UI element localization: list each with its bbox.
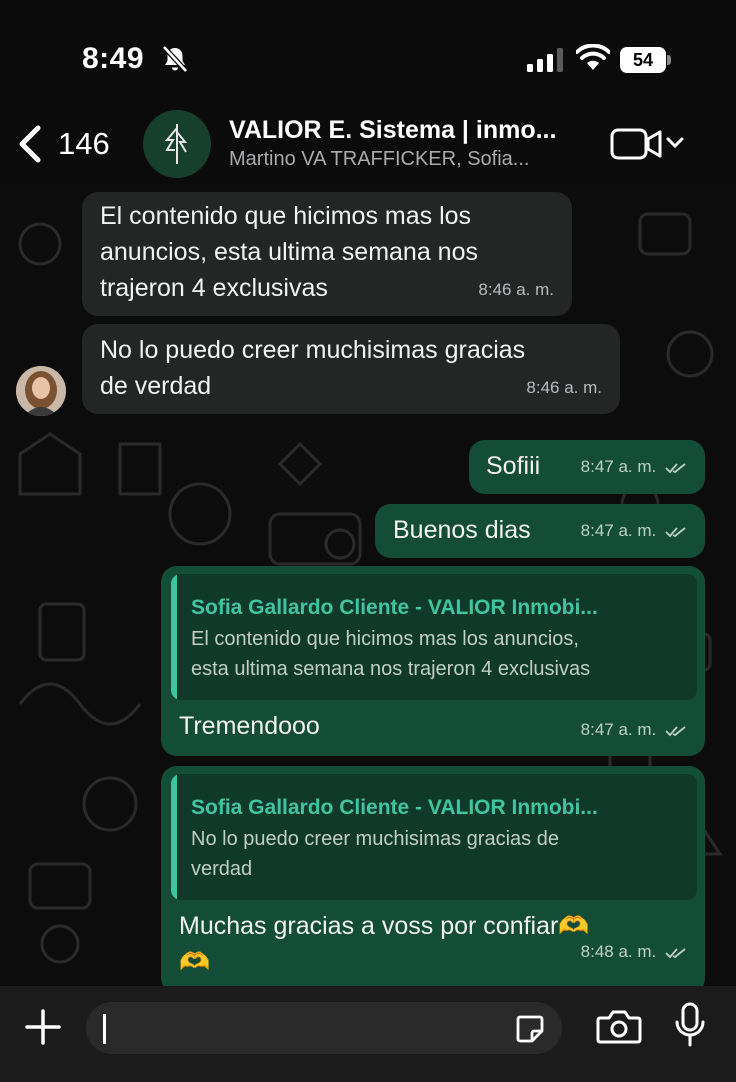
battery-level: 54	[632, 50, 654, 70]
double-check-icon	[665, 526, 686, 537]
sticker-icon[interactable]	[514, 1013, 546, 1045]
camera-icon[interactable]	[596, 1008, 642, 1046]
video-call-icon[interactable]	[610, 126, 662, 162]
quote-author: Sofia Gallardo Cliente - VALIOR Inmobi..…	[191, 796, 598, 819]
double-check-icon	[665, 462, 686, 473]
message-bubble-reply[interactable]: Sofia Gallardo Cliente - VALIOR Inmobi..…	[161, 566, 705, 756]
quoted-message[interactable]: Sofia Gallardo Cliente - VALIOR Inmobi..…	[171, 774, 697, 900]
message-bubble-outgoing[interactable]: Buenos dias 8:47 a. m.	[375, 504, 705, 558]
cellular-signal-icon	[527, 48, 563, 72]
message-input[interactable]	[86, 1002, 562, 1054]
message-meta: 8:47 a. m.	[581, 513, 687, 549]
chat-header: 146 VALIOR E. Sistema | inmo... Martino …	[0, 108, 736, 184]
message-bubble-incoming[interactable]: No lo puedo creer muchisimas gracias de …	[82, 324, 620, 414]
message-timestamp: 8:47 a. m.	[580, 720, 657, 739]
message-timestamp: 8:48 a. m.	[580, 942, 657, 961]
quote-text: No lo puedo creer muchisimas gracias de …	[191, 828, 559, 880]
message-timestamp: 8:46 a. m.	[526, 378, 602, 397]
text-cursor	[103, 1014, 106, 1044]
wifi-icon	[576, 44, 610, 70]
message-meta: 8:48 a. m.	[581, 934, 687, 970]
plus-icon[interactable]	[24, 1008, 62, 1046]
message-timestamp: 8:47 a. m.	[580, 457, 657, 476]
avatar-photo	[16, 366, 66, 416]
message-bubble-reply[interactable]: Sofia Gallardo Cliente - VALIOR Inmobi..…	[161, 766, 705, 986]
message-text: Tremendooo	[179, 712, 320, 740]
message-timestamp: 8:46 a. m.	[478, 280, 554, 299]
message-text: Buenos dias	[393, 516, 531, 544]
group-avatar[interactable]	[143, 110, 211, 178]
message-timestamp: 8:47 a. m.	[580, 521, 657, 540]
chat-participants[interactable]: Martino VA TRAFFICKER, Sofia...	[229, 148, 589, 171]
double-check-icon	[665, 947, 686, 958]
status-time: 8:49	[82, 42, 145, 75]
status-bar: 8:49 54	[0, 0, 736, 108]
back-chevron-icon[interactable]	[16, 124, 44, 164]
message-meta: 8:47 a. m.	[581, 449, 687, 485]
message-list[interactable]: El contenido que hicimos mas los anuncio…	[0, 184, 736, 986]
message-meta: 8:47 a. m.	[581, 712, 687, 748]
double-check-icon	[665, 725, 686, 736]
battery-icon: 54	[620, 47, 672, 73]
chevron-down-icon[interactable]	[666, 136, 684, 150]
bell-slash-icon	[162, 45, 188, 73]
message-bubble-outgoing[interactable]: Sofiii 8:47 a. m.	[469, 440, 705, 494]
unread-count[interactable]: 146	[58, 126, 110, 162]
quote-text: El contenido que hicimos mas los anuncio…	[191, 628, 591, 680]
quoted-message[interactable]: Sofia Gallardo Cliente - VALIOR Inmobi..…	[171, 574, 697, 700]
group-avatar-logo	[164, 124, 188, 164]
quote-accent-bar	[171, 774, 177, 900]
message-bubble-incoming[interactable]: El contenido que hicimos mas los anuncio…	[82, 192, 572, 316]
message-text: Sofiii	[486, 452, 541, 480]
microphone-icon[interactable]	[674, 1002, 706, 1048]
quote-accent-bar	[171, 574, 177, 700]
sender-avatar[interactable]	[16, 366, 66, 416]
quote-author: Sofia Gallardo Cliente - VALIOR Inmobi..…	[191, 596, 598, 619]
home-indicator-area	[0, 1068, 736, 1082]
chat-title[interactable]: VALIOR E. Sistema | inmo...	[229, 116, 589, 145]
